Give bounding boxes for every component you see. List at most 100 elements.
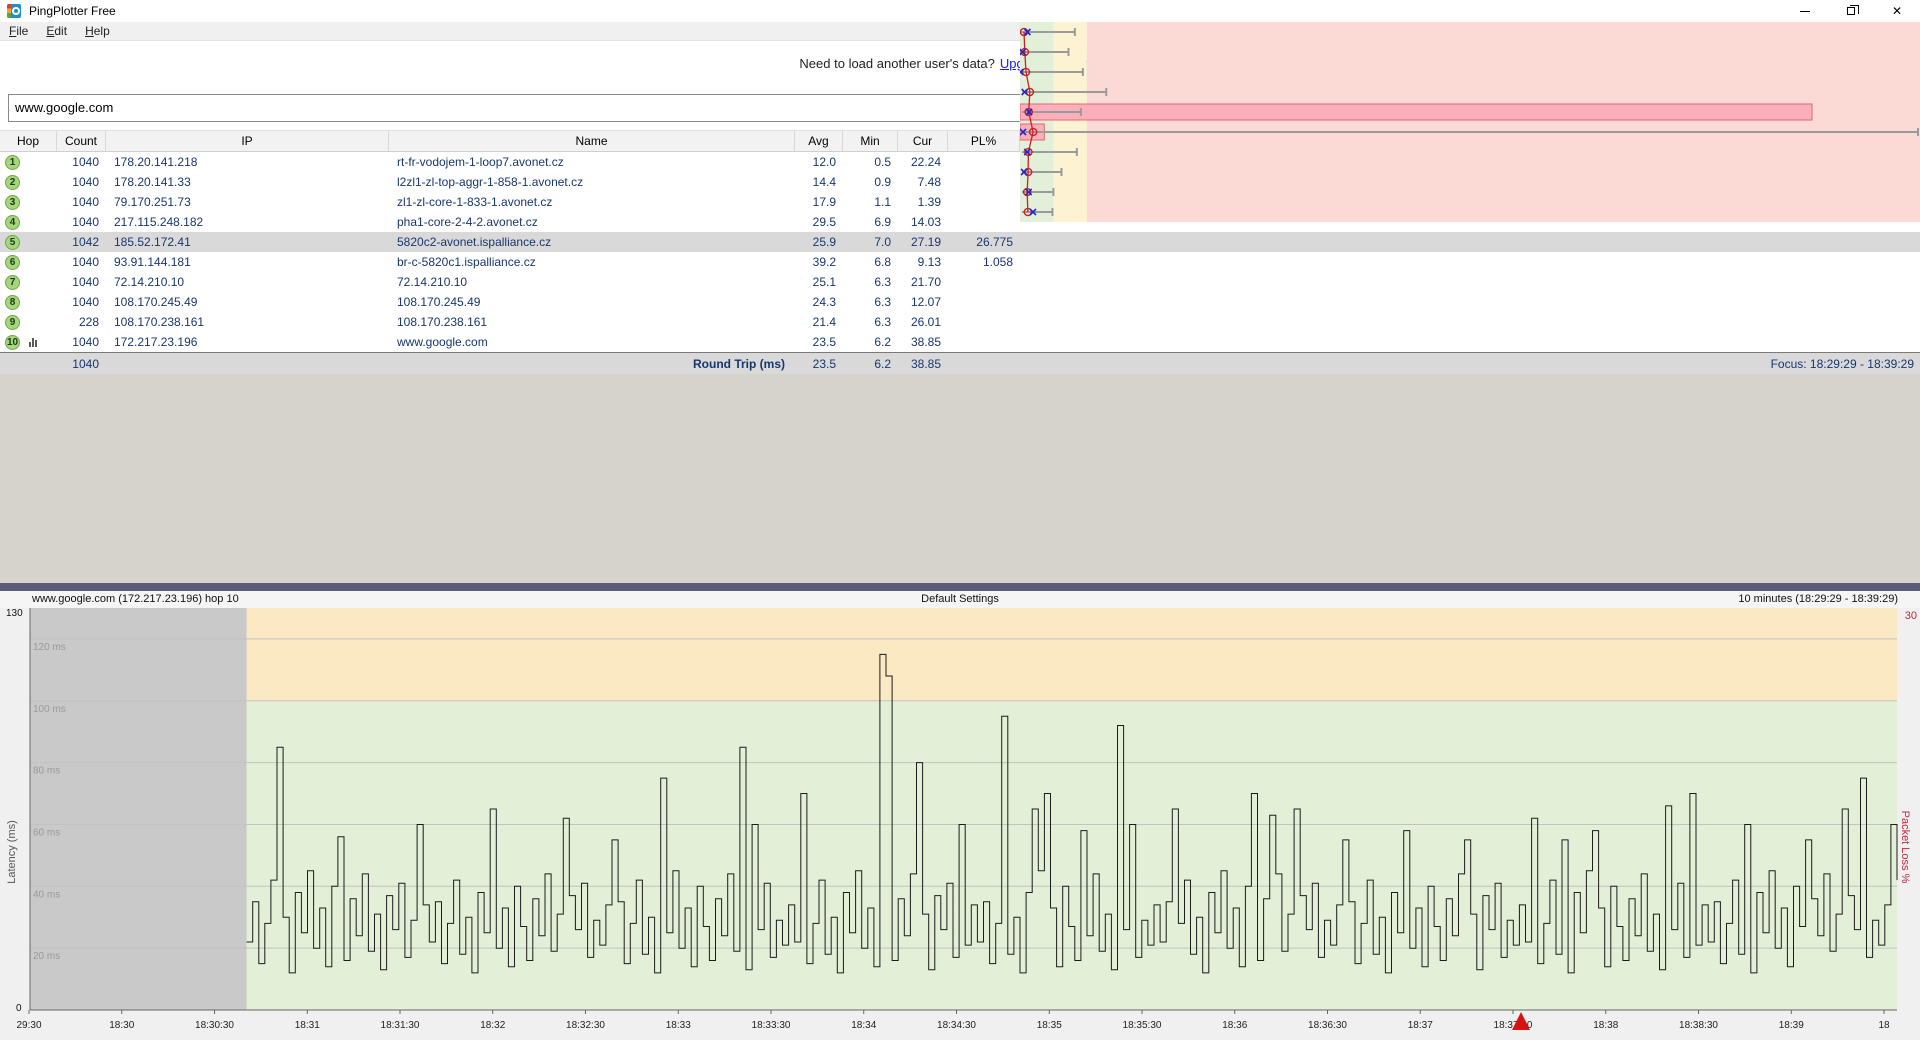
x-tick-label: 18:32:30: [566, 1020, 605, 1031]
summary-cur: 38.85: [898, 357, 948, 371]
table-row-hop-6[interactable]: 6104093.91.144.181br-c-5820c1.ispallianc…: [0, 252, 1920, 272]
cur-value: 1.39: [898, 195, 948, 209]
x-tick-label: 18:38: [1593, 1020, 1618, 1031]
x-tick-label: 18:39: [1779, 1020, 1804, 1031]
table-row-hop-5[interactable]: 51042185.52.172.415820c2-avonet.ispallia…: [0, 232, 1920, 252]
min-value: 6.3: [843, 275, 898, 289]
summary-min: 6.2: [843, 357, 898, 371]
col-header-count[interactable]: Count: [57, 131, 106, 151]
ip-value: 79.170.251.73: [106, 195, 389, 209]
pane-splitter-handle[interactable]: [0, 583, 1920, 591]
avg-value: 23.5: [795, 335, 843, 349]
col-header-cur[interactable]: Cur: [898, 131, 948, 151]
x-tick-label: 18:33:30: [752, 1020, 791, 1031]
x-tick-label: 18:32: [480, 1020, 505, 1031]
x-tick-label: 29:30: [16, 1020, 41, 1031]
min-value: 1.1: [843, 195, 898, 209]
menu-help[interactable]: Help: [76, 22, 119, 40]
x-tick-label: 18:31:30: [381, 1020, 420, 1031]
hop-number-badge: 1: [5, 155, 20, 170]
menu-file[interactable]: File: [0, 22, 37, 40]
restore-button[interactable]: [1828, 0, 1874, 22]
table-row-hop-7[interactable]: 7104072.14.210.1072.14.210.1025.16.321.7…: [0, 272, 1920, 292]
x-tick-label: 18:31: [295, 1020, 320, 1031]
col-header-ip[interactable]: IP: [106, 131, 389, 151]
x-tick-label: 18:37: [1408, 1020, 1433, 1031]
avg-value: 25.1: [795, 275, 843, 289]
avg-value: 21.4: [795, 315, 843, 329]
hop-latency-minigraph[interactable]: [1020, 22, 1920, 222]
ip-value: 108.170.238.161: [106, 315, 389, 329]
cur-value: 7.48: [898, 175, 948, 189]
summary-avg: 23.5: [795, 357, 843, 371]
name-value: rt-fr-vodojem-1-loop7.avonet.cz: [389, 155, 795, 169]
col-header-pl[interactable]: PL%: [948, 131, 1020, 151]
col-header-avg[interactable]: Avg: [795, 131, 843, 151]
name-value: zl1-zl-core-1-833-1.avonet.cz: [389, 195, 795, 209]
x-tick-label: 18:35:30: [1123, 1020, 1162, 1031]
x-tick-label: 18: [1878, 1020, 1890, 1031]
count-value: 1040: [57, 255, 106, 269]
name-value: pha1-core-2-4-2.avonet.cz: [389, 215, 795, 229]
x-tick-label: 18:38:30: [1679, 1020, 1718, 1031]
summary-count: 1040: [57, 357, 106, 371]
ip-value: 178.20.141.33: [106, 175, 389, 189]
min-value: 6.3: [843, 295, 898, 309]
col-header-min[interactable]: Min: [843, 131, 898, 151]
close-icon: ✕: [1892, 5, 1902, 17]
title-bar: PingPlotter Free ✕: [0, 0, 1920, 22]
minimize-button[interactable]: [1782, 0, 1828, 22]
chart-settings-title[interactable]: Default Settings: [0, 593, 1920, 605]
x-tick-label: 18:33: [666, 1020, 691, 1031]
min-value: 0.5: [843, 155, 898, 169]
table-row-hop-9[interactable]: 9228108.170.238.161108.170.238.16121.46.…: [0, 312, 1920, 332]
svg-text:40 ms: 40 ms: [33, 889, 60, 900]
min-value: 6.2: [843, 335, 898, 349]
count-value: 1040: [57, 275, 106, 289]
min-value: 6.8: [843, 255, 898, 269]
pingplotter-window: PingPlotter Free ✕ File Edit Help Need t…: [0, 0, 1920, 1040]
table-row-hop-10[interactable]: 101040172.217.23.196www.google.com23.56.…: [0, 332, 1920, 352]
cur-value: 26.01: [898, 315, 948, 329]
svg-text:60 ms: 60 ms: [33, 827, 60, 838]
min-value: 7.0: [843, 235, 898, 249]
cur-value: 22.24: [898, 155, 948, 169]
hop-number-badge: 8: [5, 295, 20, 310]
hop-number-badge: 5: [5, 235, 20, 250]
col-header-hop[interactable]: Hop: [0, 131, 57, 151]
svg-text:80 ms: 80 ms: [33, 766, 60, 777]
cur-value: 12.07: [898, 295, 948, 309]
hop-number-badge: 2: [5, 175, 20, 190]
name-value: l2zl1-zl-top-aggr-1-858-1.avonet.cz: [389, 175, 795, 189]
latency-timeline-chart[interactable]: 120 ms100 ms80 ms60 ms40 ms20 ms29:3018:…: [0, 608, 1920, 1040]
menu-edit[interactable]: Edit: [37, 22, 76, 40]
minimize-icon: [1800, 11, 1810, 12]
upgrade-text: Need to load another user's data?: [799, 56, 994, 71]
col-header-name[interactable]: Name: [389, 131, 795, 151]
x-tick-label: 18:34: [851, 1020, 876, 1031]
timeline-chart-section: www.google.com (172.217.23.196) hop 10 D…: [0, 591, 1920, 1040]
avg-value: 12.0: [795, 155, 843, 169]
hop-number-badge: 10: [5, 335, 20, 350]
x-tick-label: 18:36: [1222, 1020, 1247, 1031]
count-value: 1042: [57, 235, 106, 249]
name-value: 72.14.210.10: [389, 275, 795, 289]
hop-number-badge: 3: [5, 195, 20, 210]
table-row-hop-8[interactable]: 81040108.170.245.49108.170.245.4924.36.3…: [0, 292, 1920, 312]
hop-number-badge: 6: [5, 255, 20, 270]
ip-value: 108.170.245.49: [106, 295, 389, 309]
count-value: 1040: [57, 155, 106, 169]
hop-number-badge: 9: [5, 315, 20, 330]
avg-value: 39.2: [795, 255, 843, 269]
chart-time-range[interactable]: 10 minutes (18:29:29 - 18:39:29): [1738, 593, 1898, 605]
count-value: 1040: [57, 295, 106, 309]
timeline-chart-header: www.google.com (172.217.23.196) hop 10 D…: [0, 591, 1920, 608]
close-button[interactable]: ✕: [1874, 0, 1920, 22]
count-value: 1040: [57, 335, 106, 349]
avg-value: 24.3: [795, 295, 843, 309]
name-value: br-c-5820c1.ispalliance.cz: [389, 255, 795, 269]
app-icon: [7, 4, 21, 18]
x-tick-label: 18:30:30: [195, 1020, 234, 1031]
ip-value: 178.20.141.218: [106, 155, 389, 169]
hop-number-badge: 7: [5, 275, 20, 290]
